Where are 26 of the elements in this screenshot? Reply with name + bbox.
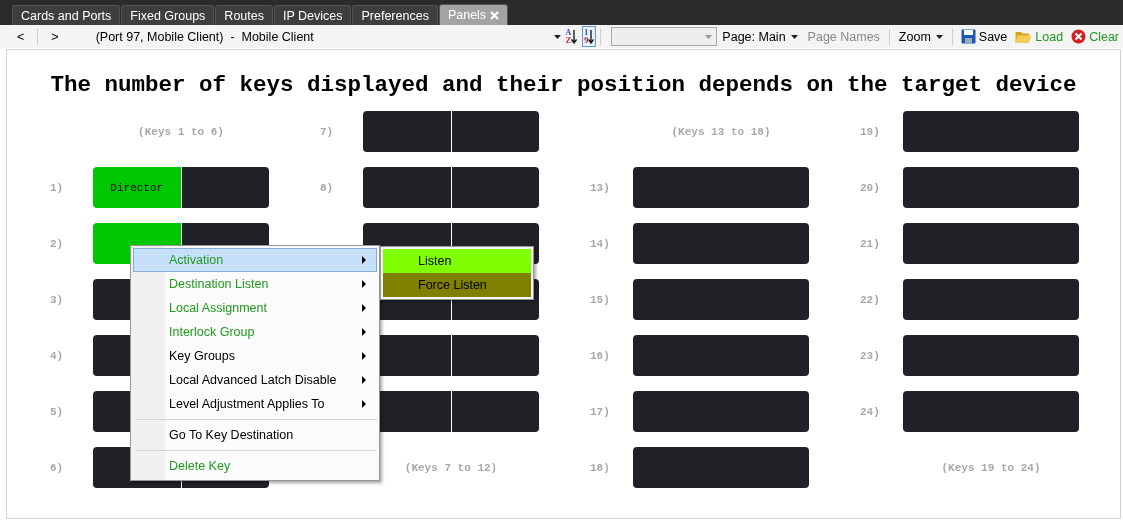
- key-number: 19): [860, 125, 881, 138]
- key-number: 7): [320, 125, 335, 138]
- key-number: 21): [860, 237, 881, 250]
- key-number: 13): [590, 181, 611, 194]
- panel-title: (Port 97, Mobile Client) - Mobile Client: [95, 29, 315, 44]
- key-number: 4): [50, 349, 65, 362]
- key-number: 8): [320, 181, 335, 194]
- key-number: 18): [590, 461, 611, 474]
- key-number: 2): [50, 237, 65, 250]
- key-range-caption: (Keys 7 to 12): [404, 461, 498, 474]
- key-number: 22): [860, 293, 881, 306]
- key-number: 20): [860, 181, 881, 194]
- key-range-caption: (Keys 13 to 18): [671, 125, 771, 138]
- key-number: 14): [590, 237, 611, 250]
- panel-heading: The number of keys displayed and their position depends on the target device: [49, 71, 1078, 98]
- key-number: 5): [50, 405, 65, 418]
- key-number: 3): [50, 293, 65, 306]
- key-range-caption: (Keys 1 to 6): [138, 125, 224, 138]
- key-number: 24): [860, 405, 881, 418]
- key-number: 15): [590, 293, 611, 306]
- key-number: 23): [860, 349, 881, 362]
- key-number: 16): [590, 349, 611, 362]
- key-range-caption: (Keys 19 to 24): [941, 461, 1041, 474]
- key-number: 1): [50, 181, 65, 194]
- key-number: 6): [50, 461, 65, 474]
- key-number: 17): [590, 405, 611, 418]
